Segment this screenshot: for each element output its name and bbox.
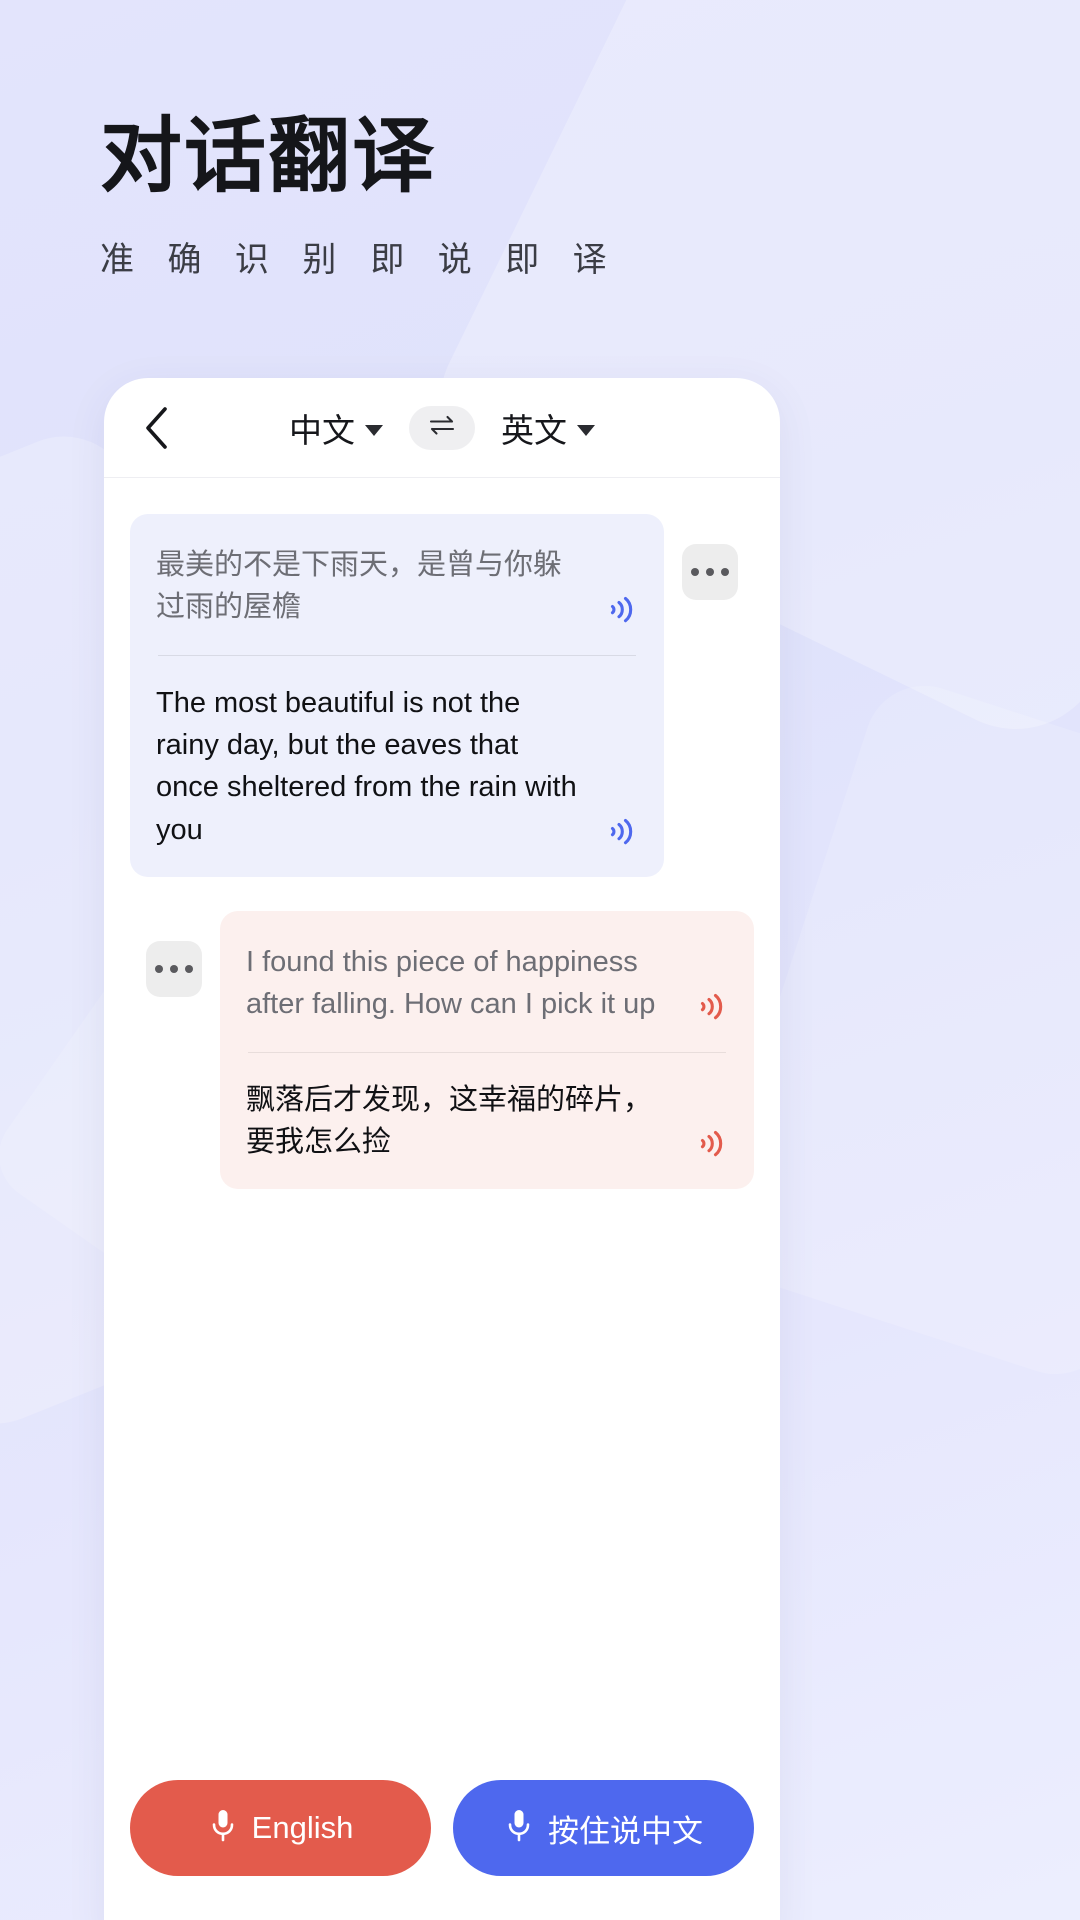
speaker-wave-icon[interactable] xyxy=(602,813,638,849)
bubble-divider xyxy=(248,1051,726,1053)
message-bubble-blue[interactable]: 最美的不是下雨天，是曾与你躲过雨的屋檐 The most beautiful i… xyxy=(130,514,664,877)
record-target-language-button[interactable]: 按住说中文 xyxy=(453,1780,754,1876)
target-language-selector[interactable]: 英文 xyxy=(501,404,595,452)
source-language-label: 中文 xyxy=(289,411,355,449)
message-source-text: 最美的不是下雨天，是曾与你躲过雨的屋檐 xyxy=(156,549,563,624)
message-row: 最美的不是下雨天，是曾与你躲过雨的屋檐 The most beautiful i… xyxy=(130,514,754,877)
source-line: I found this piece of happiness after fa… xyxy=(246,941,728,1026)
page-subtitle: 准 确 识 别即 说 即 译 xyxy=(100,232,619,281)
source-language-selector[interactable]: 中文 xyxy=(289,404,383,452)
back-button[interactable] xyxy=(130,402,182,454)
speaker-wave-icon[interactable] xyxy=(602,591,638,627)
chevron-left-icon xyxy=(143,406,169,450)
message-source-text: I found this piece of happiness after fa… xyxy=(246,945,656,1021)
record-target-language-label: 按住说中文 xyxy=(548,1813,703,1849)
app-bar: 中文 英文 xyxy=(104,378,780,478)
swap-horizontal-icon xyxy=(427,413,457,442)
speaker-wave-icon[interactable] xyxy=(692,988,728,1024)
page-subtitle-part1: 准 确 识 别 xyxy=(100,241,349,280)
chevron-down-icon xyxy=(365,425,383,436)
more-options-icon[interactable] xyxy=(146,940,202,997)
page-subtitle-part2: 即 说 即 译 xyxy=(370,241,619,280)
microphone-icon xyxy=(504,1807,534,1850)
conversation-list[interactable]: 最美的不是下雨天，是曾与你躲过雨的屋檐 The most beautiful i… xyxy=(104,478,780,1780)
page-title: 对话翻译 xyxy=(100,111,437,202)
message-row: I found this piece of happiness after fa… xyxy=(130,910,754,1190)
message-bubble-pink[interactable]: I found this piece of happiness after fa… xyxy=(220,910,754,1190)
bottom-bar: English 按住说中文 xyxy=(104,1780,780,1920)
record-source-language-label: English xyxy=(251,1810,354,1845)
more-options-icon[interactable] xyxy=(682,544,738,600)
swap-languages-button[interactable] xyxy=(409,405,475,450)
target-language-label: 英文 xyxy=(501,411,567,449)
speaker-wave-icon[interactable] xyxy=(692,1125,728,1161)
language-switcher: 中文 英文 xyxy=(104,378,780,477)
message-target-text: The most beautiful is not the rainy day,… xyxy=(156,686,577,846)
target-line: 飘落后才发现，这幸福的碎片，要我怎么捡 xyxy=(246,1079,728,1164)
bubble-divider xyxy=(158,654,636,656)
phone-mockup: 中文 英文 最美的不是下雨天，是曾与你躲过雨的屋檐 The most beaut… xyxy=(104,378,780,1920)
target-line: The most beautiful is not the rainy day,… xyxy=(156,682,638,851)
chevron-down-icon xyxy=(577,425,595,436)
source-line: 最美的不是下雨天，是曾与你躲过雨的屋檐 xyxy=(156,544,638,629)
hero-section: 对话翻译 准 确 识 别即 说 即 译 xyxy=(100,111,619,281)
microphone-icon xyxy=(208,1807,238,1850)
message-target-text: 飘落后才发现，这幸福的碎片，要我怎么捡 xyxy=(246,1083,653,1158)
record-source-language-button[interactable]: English xyxy=(130,1780,431,1876)
